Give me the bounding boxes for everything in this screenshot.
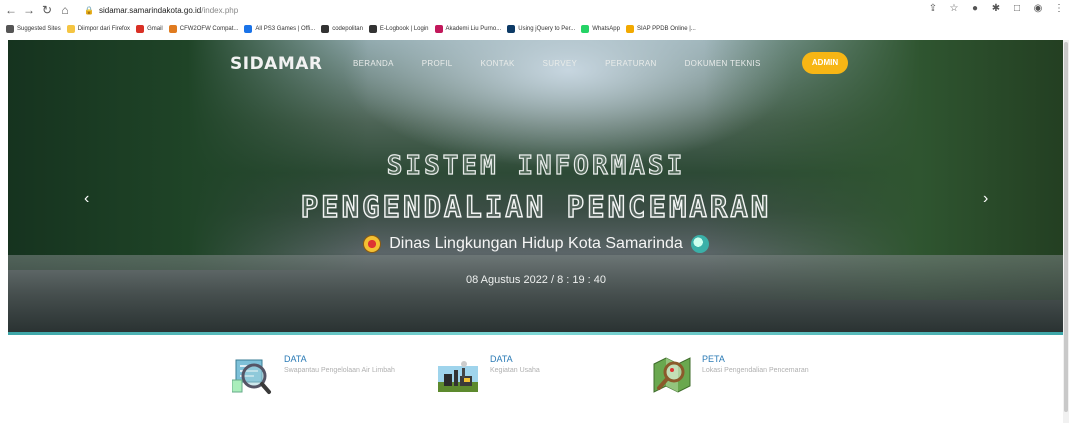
hero-datetime: 08 Agustus 2022 / 8 : 19 : 40 — [465, 274, 607, 286]
hero-title-line1: SISTEM INFORMASI — [386, 150, 686, 181]
menu-item-kontak[interactable]: KONTAK — [480, 59, 514, 68]
bookmark-label: SIAP PPDB Online |... — [636, 26, 696, 32]
menu-item-survey[interactable]: SURVEY — [543, 59, 578, 68]
star-icon[interactable]: ☆ — [948, 3, 960, 15]
bookmark-item[interactable]: Diimpor dari Firefox — [66, 25, 131, 33]
bookmark-favicon-icon — [581, 25, 590, 33]
bookmark-label: Using jQuery to Per... — [518, 26, 576, 32]
magnifier-data-icon — [231, 352, 272, 396]
card-peta[interactable]: PETA Lokasi Pengendalian Pencemaran — [650, 352, 809, 396]
bookmark-label: E-Logbook | Login — [379, 26, 429, 32]
card-swapantau-text: DATA Swapantau Pengelolaan Air Limbah — [284, 352, 395, 374]
carousel-next-icon[interactable]: › — [983, 190, 988, 208]
card-kegiatan-usaha[interactable]: DATA Kegiatan Usaha — [438, 352, 540, 396]
menu-item-beranda[interactable]: BERANDA — [353, 59, 394, 68]
hero-title-line2: PENGENDALIAN PENCEMARAN — [300, 189, 772, 224]
bookmark-label: Diimpor dari Firefox — [77, 26, 131, 32]
bookmark-item[interactable]: All PS3 Games | Offi... — [244, 25, 315, 33]
lock-icon: 🔒 — [84, 5, 94, 15]
bookmark-label: Suggested Sites — [17, 26, 61, 32]
bookmark-label: Akademi Liu Purno... — [445, 26, 502, 32]
bookmark-label: WhatsApp — [592, 26, 620, 32]
reload-icon[interactable]: ↻ — [40, 3, 54, 17]
profile-avatar-icon[interactable]: ◉ — [1032, 3, 1044, 15]
card-peta-heading: PETA — [702, 354, 725, 364]
share-icon[interactable]: ⇪ — [927, 3, 939, 15]
bookmark-item[interactable]: codepolitan — [321, 25, 363, 33]
url-host: sidamar.samarindakota.go.id — [98, 5, 202, 15]
url-field[interactable]: 🔒 sidamar.samarindakota.go.id/index.php — [84, 6, 238, 15]
bookmark-label: CFW2OFW Compat... — [179, 26, 239, 32]
bookmark-label: Gmail — [147, 26, 163, 32]
bookmark-favicon-icon — [136, 25, 145, 33]
card-kegiatan-text: DATA Kegiatan Usaha — [490, 352, 540, 374]
bookmark-item[interactable]: Akademi Liu Purno... — [434, 25, 502, 33]
forward-icon[interactable]: → — [22, 3, 36, 17]
river — [8, 255, 1064, 335]
bookmark-item[interactable]: Using jQuery to Per... — [507, 25, 575, 33]
bookmarks-bar: Suggested Sites Diimpor dari Firefox Gmail… — [0, 20, 1069, 38]
bookmark-favicon-icon — [507, 25, 516, 33]
window-icon[interactable]: □ — [1011, 3, 1023, 15]
admin-button[interactable]: ADMIN — [802, 52, 848, 74]
puzzle-icon[interactable]: ✱ — [990, 3, 1002, 15]
bookmark-label: codepolitan — [332, 26, 363, 32]
card-swapantau-heading: DATA — [284, 354, 307, 364]
bookmark-item[interactable]: Suggested Sites — [6, 25, 61, 33]
hero-divider — [8, 332, 1064, 335]
bookmark-item[interactable]: SIAP PPDB Online |... — [625, 25, 696, 33]
browser-toolbar-right: ⇪ ☆ ● ✱ □ ◉ ⋮ — [927, 3, 1065, 15]
more-menu-icon[interactable]: ⋮ — [1053, 3, 1065, 15]
bookmark-favicon-icon — [368, 25, 377, 33]
bookmark-favicon-icon — [321, 25, 330, 33]
bookmark-favicon-icon — [244, 25, 253, 33]
card-kegiatan-heading: DATA — [490, 354, 513, 364]
hero-banner: SIDAMAR BERANDA PROFIL KONTAK SURVEY PER… — [8, 40, 1064, 335]
bookmark-favicon-icon — [434, 25, 443, 33]
home-icon[interactable]: ⌂ — [58, 3, 72, 17]
bookmark-item[interactable]: CFW2OFW Compat... — [168, 25, 239, 33]
menu-item-peraturan[interactable]: PERATURAN — [605, 59, 656, 68]
site-logo[interactable]: SIDAMAR — [230, 54, 323, 74]
bookmark-favicon-icon — [625, 25, 634, 33]
hero-subtitle-row: Dinas Lingkungan Hidup Kota Samarinda — [8, 235, 1064, 253]
extension-icon[interactable]: ● — [969, 3, 981, 15]
bookmark-label: All PS3 Games | Offi... — [255, 26, 316, 32]
card-peta-sub: Lokasi Pengendalian Pencemaran — [702, 367, 809, 374]
menu-item-profil[interactable]: PROFIL — [422, 59, 453, 68]
page-scrollbar-thumb[interactable] — [1064, 42, 1068, 412]
card-kegiatan-sub: Kegiatan Usaha — [490, 367, 540, 374]
card-swapantau-sub: Swapantau Pengelolaan Air Limbah — [284, 367, 395, 374]
bookmark-favicon-icon — [168, 25, 177, 33]
bookmark-favicon-icon — [66, 25, 75, 33]
card-swapantau[interactable]: DATA Swapantau Pengelolaan Air Limbah — [231, 352, 395, 396]
bookmark-item[interactable]: WhatsApp — [581, 25, 620, 33]
bookmark-item[interactable]: E-Logbook | Login — [368, 25, 429, 33]
bookmark-item[interactable]: Gmail — [136, 25, 163, 33]
carousel-prev-icon[interactable]: ‹ — [84, 190, 89, 208]
map-magnifier-icon — [650, 352, 691, 396]
card-peta-text: PETA Lokasi Pengendalian Pencemaran — [702, 352, 809, 374]
bookmark-favicon-icon — [6, 25, 14, 33]
factory-icon — [438, 352, 478, 396]
hero-subtitle: Dinas Lingkungan Hidup Kota Samarinda — [389, 235, 683, 252]
browser-address-bar: ← → ↻ ⌂ 🔒 sidamar.samarindakota.go.id/in… — [0, 0, 1069, 20]
back-icon[interactable]: ← — [4, 3, 18, 17]
dlh-logo-icon — [690, 235, 709, 253]
url-path: /index.php — [201, 5, 239, 15]
main-menu: BERANDA PROFIL KONTAK SURVEY PERATURAN D… — [353, 59, 789, 68]
city-emblem-icon — [363, 235, 382, 253]
menu-item-dokumen-teknis[interactable]: DOKUMEN TEKNIS — [685, 59, 761, 68]
